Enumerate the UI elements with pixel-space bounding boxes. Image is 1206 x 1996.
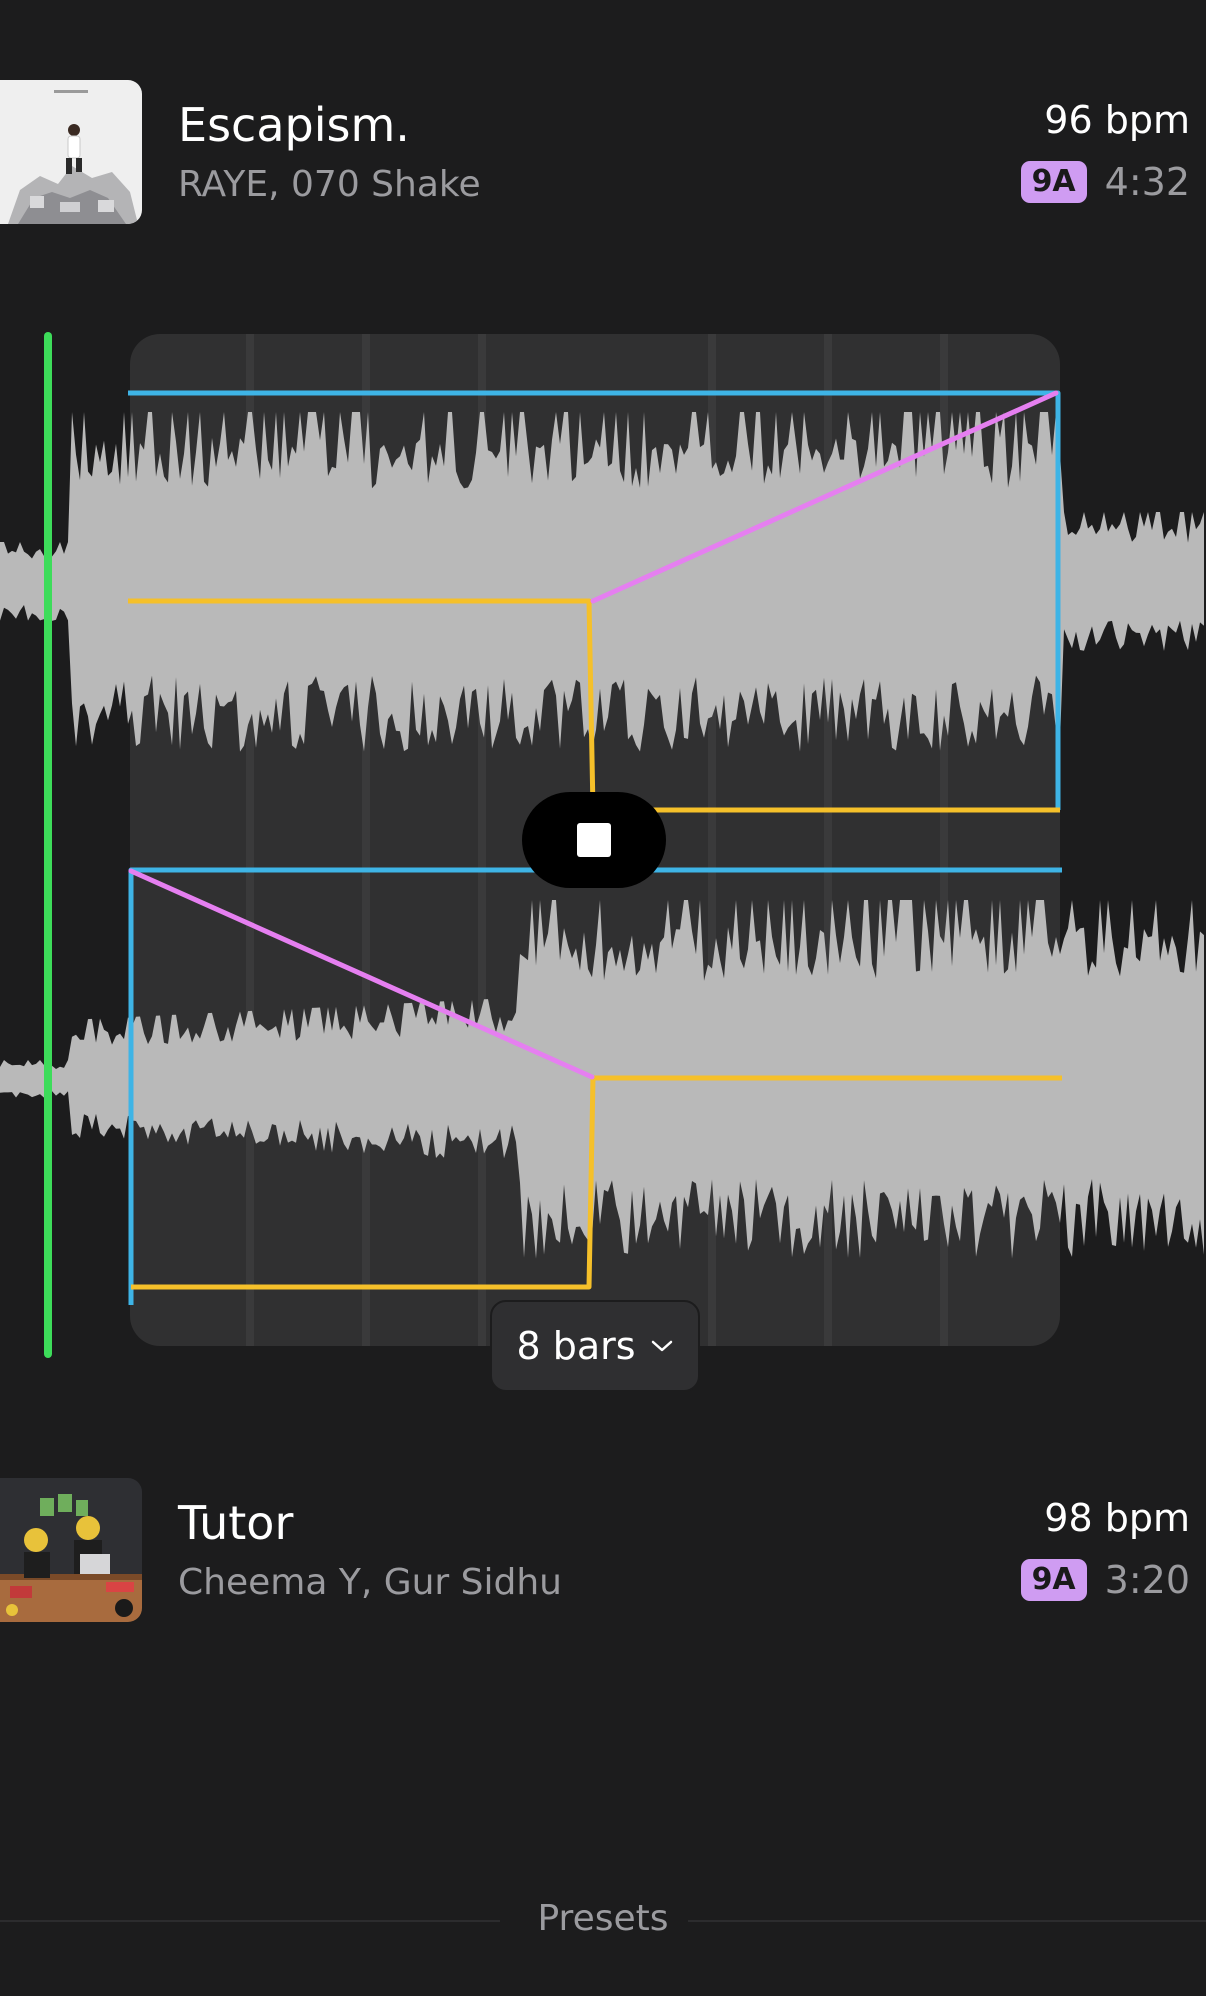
transition-length-dropdown[interactable]: 8 bars	[490, 1300, 700, 1392]
chevron-down-icon	[651, 1340, 672, 1352]
stop-button[interactable]	[522, 792, 666, 888]
track-bpm: 98 bpm	[1044, 1496, 1190, 1540]
stop-icon	[577, 823, 611, 857]
album-art-escapism	[0, 80, 142, 224]
key-badge: 9A	[1020, 161, 1087, 203]
key-badge: 9A	[1020, 1559, 1087, 1601]
track-b-row[interactable]: Tutor Cheema Y, Gur Sidhu 98 bpm 9A 3:20	[0, 1478, 1206, 1622]
track-title: Tutor	[178, 1496, 294, 1550]
album-art-tutor	[0, 1478, 142, 1622]
track-bpm: 96 bpm	[1044, 98, 1190, 142]
track-duration: 3:20	[1104, 1558, 1190, 1602]
track-title: Escapism.	[178, 98, 410, 152]
track-meta: 9A 4:32	[1020, 160, 1190, 204]
track-artists: Cheema Y, Gur Sidhu	[178, 1562, 562, 1603]
track-meta: 9A 3:20	[1020, 1558, 1190, 1602]
presets-label[interactable]: Presets	[0, 1898, 1206, 1939]
track-duration: 4:32	[1104, 160, 1190, 204]
track-a-row[interactable]: Escapism. RAYE, 070 Shake 96 bpm 9A 4:32	[0, 80, 1206, 224]
presets-section[interactable]: Presets	[0, 1890, 1206, 1950]
transition-length-label: 8 bars	[516, 1324, 636, 1368]
playhead[interactable]	[44, 332, 52, 1358]
track-artists: RAYE, 070 Shake	[178, 164, 481, 205]
